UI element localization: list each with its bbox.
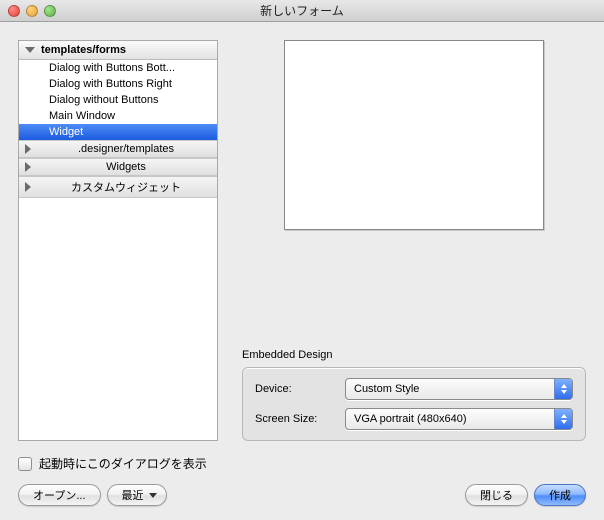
show-on-startup-label: 起動時にこのダイアログを表示 <box>39 455 207 472</box>
dialog-body: templates/forms Dialog with Buttons Bott… <box>0 22 604 520</box>
embedded-design-box: Device: Custom Style Screen Size: VGA po… <box>242 367 586 441</box>
tree-header-custom-widgets[interactable]: カスタムウィジェット <box>19 176 217 198</box>
tree-sub-label: Widgets <box>106 161 146 173</box>
recent-button[interactable]: 最近 <box>107 484 167 506</box>
tree-header-forms[interactable]: templates/forms <box>19 41 217 60</box>
show-on-startup-row: 起動時にこのダイアログを表示 <box>18 455 586 472</box>
right-column: Embedded Design Device: Custom Style Scr… <box>242 40 586 441</box>
tree-sub-label: .designer/templates <box>78 143 174 155</box>
screen-size-value: VGA portrait (480x640) <box>354 413 467 425</box>
chevron-right-icon <box>25 182 31 192</box>
minimize-window-icon[interactable] <box>26 5 38 17</box>
close-window-icon[interactable] <box>8 5 20 17</box>
spacer <box>242 230 586 337</box>
embedded-design-label: Embedded Design <box>242 349 586 361</box>
titlebar: 新しいフォーム <box>0 0 604 22</box>
form-preview <box>284 40 544 230</box>
device-row: Device: Custom Style <box>255 378 573 400</box>
tree-header-label: templates/forms <box>41 44 126 56</box>
top-area: templates/forms Dialog with Buttons Bott… <box>18 40 586 441</box>
right-buttons: 閉じる 作成 <box>465 484 586 506</box>
device-value: Custom Style <box>354 383 419 395</box>
tree-sub-label: カスタムウィジェット <box>71 182 181 194</box>
left-buttons: オープン... 最近 <box>18 484 167 506</box>
device-label: Device: <box>255 383 337 395</box>
open-button[interactable]: オープン... <box>18 484 101 506</box>
popup-arrows-icon <box>554 409 572 429</box>
close-button[interactable]: 閉じる <box>465 484 528 506</box>
popup-arrows-icon <box>554 379 572 399</box>
embedded-design-group: Embedded Design Device: Custom Style Scr… <box>242 349 586 441</box>
show-on-startup-checkbox[interactable] <box>18 457 32 471</box>
window-controls <box>8 5 56 17</box>
zoom-window-icon[interactable] <box>44 5 56 17</box>
tree-item-dialog-without-buttons[interactable]: Dialog without Buttons <box>19 92 217 108</box>
chevron-right-icon <box>25 144 31 154</box>
create-button[interactable]: 作成 <box>534 484 586 506</box>
template-tree[interactable]: templates/forms Dialog with Buttons Bott… <box>18 40 218 441</box>
tree-header-designer-templates[interactable]: .designer/templates <box>19 140 217 158</box>
tree-item-widget[interactable]: Widget <box>19 124 217 140</box>
device-select[interactable]: Custom Style <box>345 378 573 400</box>
chevron-down-icon <box>25 47 35 53</box>
screen-size-select[interactable]: VGA portrait (480x640) <box>345 408 573 430</box>
button-bar: オープン... 最近 閉じる 作成 <box>18 484 586 506</box>
tree-item-main-window[interactable]: Main Window <box>19 108 217 124</box>
tree-header-widgets[interactable]: Widgets <box>19 158 217 176</box>
screen-size-row: Screen Size: VGA portrait (480x640) <box>255 408 573 430</box>
screen-size-label: Screen Size: <box>255 413 337 425</box>
chevron-right-icon <box>25 162 31 172</box>
tree-item-dialog-buttons-bottom[interactable]: Dialog with Buttons Bott... <box>19 60 217 76</box>
window-title: 新しいフォーム <box>260 2 344 19</box>
tree-item-dialog-buttons-right[interactable]: Dialog with Buttons Right <box>19 76 217 92</box>
